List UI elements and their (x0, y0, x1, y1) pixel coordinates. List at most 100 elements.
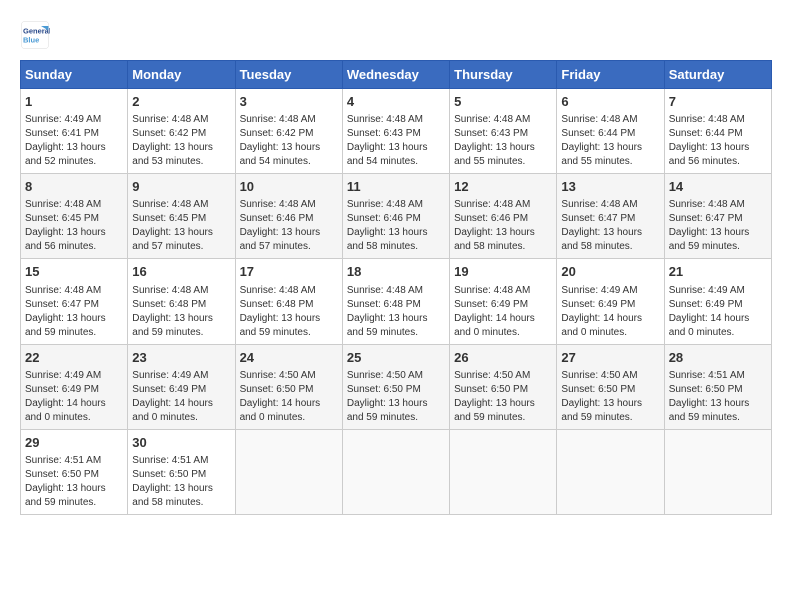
day-info: Sunrise: 4:50 AM Sunset: 6:50 PM Dayligh… (561, 369, 659, 425)
calendar-cell: 16 Sunrise: 4:48 AM Sunset: 6:48 PM Dayli… (128, 259, 235, 344)
calendar-cell: 4 Sunrise: 4:48 AM Sunset: 6:43 PM Daylig… (342, 89, 449, 174)
calendar-cell: 2 Sunrise: 4:48 AM Sunset: 6:42 PM Daylig… (128, 89, 235, 174)
col-header-monday: Monday (128, 61, 235, 89)
day-number: 26 (454, 349, 552, 367)
day-info: Sunrise: 4:48 AM Sunset: 6:46 PM Dayligh… (454, 198, 552, 254)
day-number: 18 (347, 263, 445, 281)
calendar-cell (557, 429, 664, 514)
day-number: 4 (347, 93, 445, 111)
day-number: 10 (240, 178, 338, 196)
calendar-cell: 28 Sunrise: 4:51 AM Sunset: 6:50 PM Dayli… (664, 344, 771, 429)
calendar-cell: 9 Sunrise: 4:48 AM Sunset: 6:45 PM Daylig… (128, 174, 235, 259)
day-number: 14 (669, 178, 767, 196)
calendar-cell: 3Sunrise: 4:48 AM Sunset: 6:42 PM Daylig… (235, 89, 342, 174)
calendar-cell: 14 Sunrise: 4:48 AM Sunset: 6:47 PM Dayli… (664, 174, 771, 259)
calendar-week-row: 15 Sunrise: 4:48 AM Sunset: 6:47 PM Dayli… (21, 259, 772, 344)
calendar-cell (664, 429, 771, 514)
day-info: Sunrise: 4:51 AM Sunset: 6:50 PM Dayligh… (669, 369, 767, 425)
day-info: Sunrise: 4:49 AM Sunset: 6:49 PM Dayligh… (25, 369, 123, 425)
page-header: General Blue (20, 20, 772, 50)
calendar-week-row: 22 Sunrise: 4:49 AM Sunset: 6:49 PM Dayli… (21, 344, 772, 429)
calendar-cell: 29 Sunrise: 4:51 AM Sunset: 6:50 PM Dayli… (21, 429, 128, 514)
day-info: Sunrise: 4:48 AM Sunset: 6:43 PM Dayligh… (347, 113, 445, 169)
day-info: Sunrise: 4:48 AM Sunset: 6:49 PM Dayligh… (454, 284, 552, 340)
day-number: 9 (132, 178, 230, 196)
day-info: Sunrise: 4:48 AM Sunset: 6:48 PM Dayligh… (132, 284, 230, 340)
calendar-cell (235, 429, 342, 514)
day-number: 15 (25, 263, 123, 281)
calendar-cell: 27 Sunrise: 4:50 AM Sunset: 6:50 PM Dayli… (557, 344, 664, 429)
day-number: 1 (25, 93, 123, 111)
day-info: Sunrise: 4:48 AM Sunset: 6:42 PM Dayligh… (132, 113, 230, 169)
calendar-cell: 11 Sunrise: 4:48 AM Sunset: 6:46 PM Dayli… (342, 174, 449, 259)
day-info: Sunrise: 4:48 AM Sunset: 6:47 PM Dayligh… (25, 284, 123, 340)
day-number: 16 (132, 263, 230, 281)
calendar-cell: 17 Sunrise: 4:48 AM Sunset: 6:48 PM Dayli… (235, 259, 342, 344)
day-info: Sunrise: 4:50 AM Sunset: 6:50 PM Dayligh… (454, 369, 552, 425)
col-header-wednesday: Wednesday (342, 61, 449, 89)
day-info: Sunrise: 4:49 AM Sunset: 6:49 PM Dayligh… (669, 284, 767, 340)
day-number: 30 (132, 434, 230, 452)
day-number: 27 (561, 349, 659, 367)
day-info: Sunrise: 4:48 AM Sunset: 6:42 PM Dayligh… (240, 113, 338, 169)
day-number: 6 (561, 93, 659, 111)
day-number: 20 (561, 263, 659, 281)
day-info: Sunrise: 4:50 AM Sunset: 6:50 PM Dayligh… (347, 369, 445, 425)
calendar-week-row: 1Sunrise: 4:49 AM Sunset: 6:41 PM Daylig… (21, 89, 772, 174)
day-info: Sunrise: 4:48 AM Sunset: 6:44 PM Dayligh… (561, 113, 659, 169)
logo-icon: General Blue (20, 20, 50, 50)
calendar-cell: 22 Sunrise: 4:49 AM Sunset: 6:49 PM Dayli… (21, 344, 128, 429)
calendar-table: SundayMondayTuesdayWednesdayThursdayFrid… (20, 60, 772, 515)
day-info: Sunrise: 4:48 AM Sunset: 6:47 PM Dayligh… (561, 198, 659, 254)
col-header-friday: Friday (557, 61, 664, 89)
day-number: 28 (669, 349, 767, 367)
day-number: 11 (347, 178, 445, 196)
day-info: Sunrise: 4:48 AM Sunset: 6:46 PM Dayligh… (347, 198, 445, 254)
day-number: 2 (132, 93, 230, 111)
calendar-cell: 20 Sunrise: 4:49 AM Sunset: 6:49 PM Dayli… (557, 259, 664, 344)
day-info: Sunrise: 4:49 AM Sunset: 6:49 PM Dayligh… (561, 284, 659, 340)
day-number: 23 (132, 349, 230, 367)
calendar-cell: 10 Sunrise: 4:48 AM Sunset: 6:46 PM Dayli… (235, 174, 342, 259)
calendar-cell: 5 Sunrise: 4:48 AM Sunset: 6:43 PM Daylig… (450, 89, 557, 174)
calendar-cell: 13 Sunrise: 4:48 AM Sunset: 6:47 PM Dayli… (557, 174, 664, 259)
day-info: Sunrise: 4:51 AM Sunset: 6:50 PM Dayligh… (132, 454, 230, 510)
col-header-tuesday: Tuesday (235, 61, 342, 89)
day-info: Sunrise: 4:49 AM Sunset: 6:49 PM Dayligh… (132, 369, 230, 425)
col-header-saturday: Saturday (664, 61, 771, 89)
day-number: 5 (454, 93, 552, 111)
col-header-sunday: Sunday (21, 61, 128, 89)
calendar-cell: 21 Sunrise: 4:49 AM Sunset: 6:49 PM Dayli… (664, 259, 771, 344)
day-number: 21 (669, 263, 767, 281)
day-info: Sunrise: 4:48 AM Sunset: 6:48 PM Dayligh… (240, 284, 338, 340)
calendar-cell: 7Sunrise: 4:48 AM Sunset: 6:44 PM Daylig… (664, 89, 771, 174)
day-number: 22 (25, 349, 123, 367)
day-info: Sunrise: 4:48 AM Sunset: 6:46 PM Dayligh… (240, 198, 338, 254)
col-header-thursday: Thursday (450, 61, 557, 89)
day-info: Sunrise: 4:48 AM Sunset: 6:45 PM Dayligh… (25, 198, 123, 254)
calendar-cell: 1Sunrise: 4:49 AM Sunset: 6:41 PM Daylig… (21, 89, 128, 174)
day-info: Sunrise: 4:48 AM Sunset: 6:47 PM Dayligh… (669, 198, 767, 254)
day-info: Sunrise: 4:50 AM Sunset: 6:50 PM Dayligh… (240, 369, 338, 425)
day-info: Sunrise: 4:48 AM Sunset: 6:43 PM Dayligh… (454, 113, 552, 169)
logo: General Blue (20, 20, 50, 50)
day-info: Sunrise: 4:48 AM Sunset: 6:48 PM Dayligh… (347, 284, 445, 340)
calendar-cell: 8 Sunrise: 4:48 AM Sunset: 6:45 PM Daylig… (21, 174, 128, 259)
day-info: Sunrise: 4:48 AM Sunset: 6:45 PM Dayligh… (132, 198, 230, 254)
calendar-cell (342, 429, 449, 514)
day-number: 25 (347, 349, 445, 367)
calendar-cell: 12Sunrise: 4:48 AM Sunset: 6:46 PM Dayli… (450, 174, 557, 259)
day-number: 7 (669, 93, 767, 111)
calendar-cell: 25 Sunrise: 4:50 AM Sunset: 6:50 PM Dayli… (342, 344, 449, 429)
day-number: 8 (25, 178, 123, 196)
calendar-cell: 18 Sunrise: 4:48 AM Sunset: 6:48 PM Dayli… (342, 259, 449, 344)
day-number: 13 (561, 178, 659, 196)
calendar-cell: 23 Sunrise: 4:49 AM Sunset: 6:49 PM Dayli… (128, 344, 235, 429)
day-number: 29 (25, 434, 123, 452)
calendar-cell: 6 Sunrise: 4:48 AM Sunset: 6:44 PM Daylig… (557, 89, 664, 174)
calendar-cell: 26 Sunrise: 4:50 AM Sunset: 6:50 PM Dayli… (450, 344, 557, 429)
calendar-cell: 15 Sunrise: 4:48 AM Sunset: 6:47 PM Dayli… (21, 259, 128, 344)
day-info: Sunrise: 4:51 AM Sunset: 6:50 PM Dayligh… (25, 454, 123, 510)
day-number: 17 (240, 263, 338, 281)
calendar-header-row: SundayMondayTuesdayWednesdayThursdayFrid… (21, 61, 772, 89)
